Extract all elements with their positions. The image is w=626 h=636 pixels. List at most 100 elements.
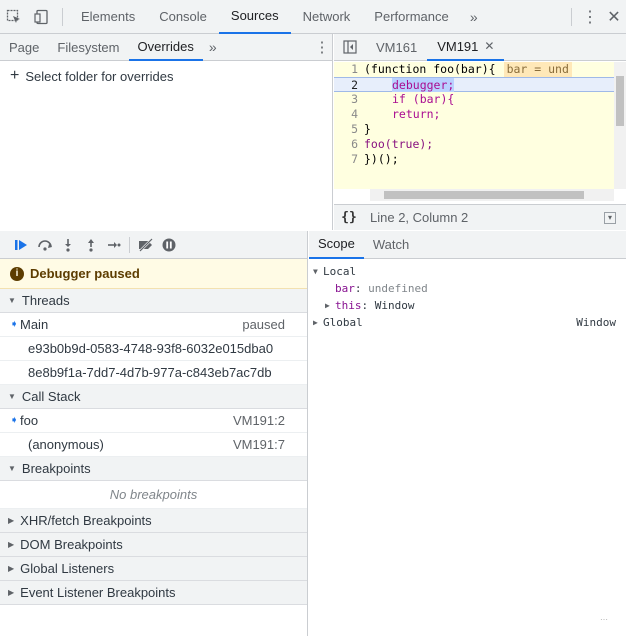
code-line: 4 return; <box>334 107 626 122</box>
resume-icon[interactable] <box>10 234 33 256</box>
navigator-tabs: Page Filesystem Overrides » ⋮ <box>0 34 332 61</box>
expanded-triangle-icon: ▼ <box>8 296 16 305</box>
step-into-icon[interactable] <box>56 234 79 256</box>
section-title: DOM Breakpoints <box>20 537 123 552</box>
sources-navigator: Page Filesystem Overrides » ⋮ + Select f… <box>0 34 333 230</box>
vertical-scrollbar[interactable] <box>614 62 626 189</box>
callframe-location: VM191:7 <box>232 437 285 452</box>
tab-watch[interactable]: Watch <box>364 231 418 259</box>
code-text: return; <box>392 107 441 121</box>
expanded-triangle-icon: ▼ <box>8 392 16 401</box>
toggle-navigator-icon[interactable] <box>334 34 366 61</box>
watermark: ⋯ <box>600 615 608 624</box>
close-tab-icon[interactable]: ✕ <box>484 39 494 53</box>
scope-global[interactable]: ▶ Global Window <box>309 314 626 331</box>
step-over-icon[interactable] <box>33 234 56 256</box>
scope-property-bar[interactable]: bar: undefined <box>309 280 626 297</box>
scrollbar-thumb[interactable] <box>384 191 584 199</box>
property-name: this <box>335 299 362 312</box>
tab-console[interactable]: Console <box>147 0 219 34</box>
event-listener-breakpoints-section-header[interactable]: ▶ Event Listener Breakpoints <box>0 581 307 605</box>
customize-menu-icon[interactable]: ⋮ <box>578 0 602 34</box>
more-navigator-tabs-button[interactable]: » <box>203 39 223 55</box>
section-title: XHR/fetch Breakpoints <box>20 513 152 528</box>
pretty-print-button[interactable]: {} <box>334 210 364 225</box>
callframe-item-foo[interactable]: ➧ foo VM191:2 <box>0 409 307 433</box>
tab-performance[interactable]: Performance <box>362 0 460 34</box>
close-devtools-icon[interactable]: ✕ <box>602 0 626 34</box>
coverage-icon[interactable]: ▾ <box>604 211 616 224</box>
line-number[interactable]: 6 <box>334 137 364 152</box>
scope-property-this[interactable]: ▶ this: Window <box>309 297 626 314</box>
threads-section-header[interactable]: ▼ Threads <box>0 289 307 313</box>
scope-label: Local <box>323 265 357 278</box>
thread-name: e93b0b9d-0583-4748-93f8-6032e015dba0 <box>28 341 274 356</box>
tab-filesystem[interactable]: Filesystem <box>48 34 128 61</box>
line-number[interactable]: 1 <box>334 62 364 77</box>
thread-item[interactable]: e93b0b9d-0583-4748-93f8-6032e015dba0 <box>0 337 307 361</box>
paused-text: Debugger paused <box>30 266 140 281</box>
thread-item-main[interactable]: ➧ Main paused <box>0 313 307 337</box>
collapsed-triangle-icon: ▶ <box>8 540 15 549</box>
code-line: 5 } <box>334 122 626 137</box>
callstack-section-header[interactable]: ▼ Call Stack <box>0 385 307 409</box>
info-icon: i <box>10 266 24 281</box>
thread-name: 8e8b9f1a-7dd7-4d7b-977a-c843eb7ac7db <box>28 365 272 380</box>
pause-on-exceptions-icon[interactable] <box>157 234 180 256</box>
xhr-breakpoints-section-header[interactable]: ▶ XHR/fetch Breakpoints <box>0 509 307 533</box>
line-number[interactable]: 2 <box>334 78 364 92</box>
tab-sources[interactable]: Sources <box>218 0 291 34</box>
callframe-item-anonymous[interactable]: (anonymous) VM191:7 <box>0 433 307 457</box>
step-icon[interactable] <box>102 234 125 256</box>
tab-network[interactable]: Network <box>291 0 363 34</box>
tab-elements[interactable]: Elements <box>69 0 147 34</box>
code-text: foo(true); <box>364 137 434 151</box>
toolbar-divider <box>62 7 63 26</box>
inspect-element-icon[interactable] <box>0 0 28 34</box>
line-number[interactable]: 4 <box>334 107 364 122</box>
scrollbar-thumb[interactable] <box>616 76 624 126</box>
global-listeners-section-header[interactable]: ▶ Global Listeners <box>0 557 307 581</box>
editor-tab-label: VM191 <box>437 38 479 54</box>
property-value: Window <box>374 299 415 312</box>
collapsed-triangle-icon: ▶ <box>8 564 15 573</box>
scope-value: Window <box>576 316 616 329</box>
select-folder-button[interactable]: + Select folder for overrides <box>0 61 332 91</box>
expanded-triangle-icon: ▼ <box>313 267 318 276</box>
code-area[interactable]: 1 (function foo(bar){ bar = und 2 debugg… <box>334 62 626 189</box>
tab-scope[interactable]: Scope <box>309 231 364 259</box>
debugger-toolbar <box>0 231 307 259</box>
code-line: 7 })(); <box>334 152 626 167</box>
debugger-paused-message: i Debugger paused <box>0 259 307 289</box>
line-number[interactable]: 7 <box>334 152 364 167</box>
horizontal-scrollbar[interactable] <box>370 189 614 201</box>
code-text: })(); <box>364 152 399 166</box>
step-out-icon[interactable] <box>79 234 102 256</box>
thread-item[interactable]: 8e8b9f1a-7dd7-4d7b-977a-c843eb7ac7db <box>0 361 307 385</box>
more-tabs-button[interactable]: » <box>461 9 487 25</box>
scope-label: Global <box>323 316 363 329</box>
device-toolbar-icon[interactable] <box>28 0 56 34</box>
navigator-menu-icon[interactable]: ⋮ <box>312 38 332 56</box>
tab-overrides[interactable]: Overrides <box>128 34 203 61</box>
line-number[interactable]: 3 <box>334 92 364 107</box>
collapsed-triangle-icon: ▶ <box>8 588 15 597</box>
editor-status-bar: {} Line 2, Column 2 ▾ <box>334 204 626 230</box>
current-frame-arrow-icon: ➧ <box>10 415 19 426</box>
editor-tabs: VM161 VM191 ✕ <box>334 34 626 61</box>
editor-tab-vm161[interactable]: VM161 <box>366 34 427 61</box>
section-title: Threads <box>21 293 70 308</box>
breakpoints-section-header[interactable]: ▼ Breakpoints <box>0 457 307 481</box>
deactivate-breakpoints-icon[interactable] <box>134 234 157 256</box>
line-number[interactable]: 5 <box>334 122 364 137</box>
cursor-position: Line 2, Column 2 <box>370 210 469 225</box>
current-execution-line: 2 debugger; <box>334 77 626 92</box>
section-title: Breakpoints <box>21 461 91 476</box>
scope-local[interactable]: ▼ Local <box>309 263 626 280</box>
editor-tab-vm191[interactable]: VM191 ✕ <box>427 34 505 61</box>
property-value: undefined <box>368 282 428 295</box>
scope-tabs: Scope Watch <box>309 231 626 259</box>
tab-page[interactable]: Page <box>0 34 48 61</box>
dom-breakpoints-section-header[interactable]: ▶ DOM Breakpoints <box>0 533 307 557</box>
plus-icon: + <box>10 67 20 84</box>
